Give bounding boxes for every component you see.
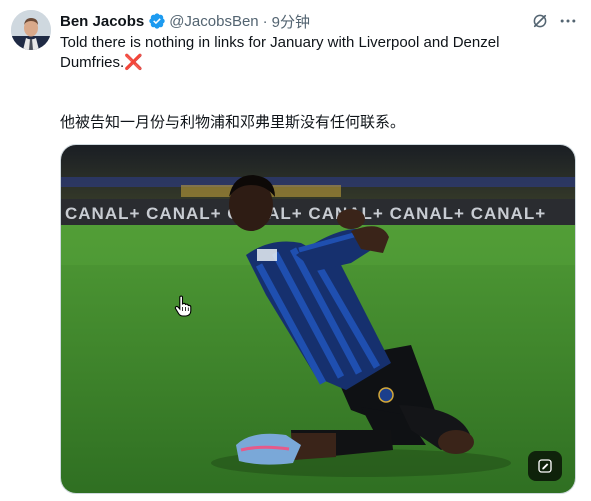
canal-plus-billboard: CANAL+ CANAL+ CANAL+ CANAL+ CANAL+ CANAL… bbox=[65, 204, 546, 223]
media-edit-badge[interactable] bbox=[528, 451, 562, 481]
grok-button[interactable] bbox=[528, 9, 552, 33]
author-handle[interactable]: @JacobsBen bbox=[169, 13, 258, 30]
tweet-timestamp[interactable]: 9分钟 bbox=[272, 11, 310, 32]
more-button[interactable] bbox=[556, 9, 580, 33]
image-edit-icon bbox=[538, 459, 552, 473]
tweet-header: Ben Jacobs @JacobsBen · 9分钟 bbox=[60, 11, 310, 31]
football-celebration-photo: CANAL+ CANAL+ CANAL+ CANAL+ CANAL+ CANAL… bbox=[61, 145, 575, 493]
avatar[interactable] bbox=[11, 10, 51, 50]
header-separator: · bbox=[262, 12, 268, 30]
tweet-media-image[interactable]: CANAL+ CANAL+ CANAL+ CANAL+ CANAL+ CANAL… bbox=[60, 144, 576, 494]
verified-badge-icon[interactable] bbox=[148, 12, 166, 30]
more-icon bbox=[560, 19, 576, 23]
tweet-translation: 他被告知一月份与利物浦和邓弗里斯没有任何联系。 bbox=[60, 114, 406, 131]
avatar-photo bbox=[11, 10, 51, 50]
tweet-text: Told there is nothing in links for Janua… bbox=[60, 33, 560, 73]
hand-cursor-icon bbox=[174, 295, 192, 317]
author-display-name[interactable]: Ben Jacobs bbox=[60, 13, 144, 30]
grok-icon bbox=[533, 14, 547, 28]
cross-mark-emoji: ❌ bbox=[124, 54, 143, 71]
